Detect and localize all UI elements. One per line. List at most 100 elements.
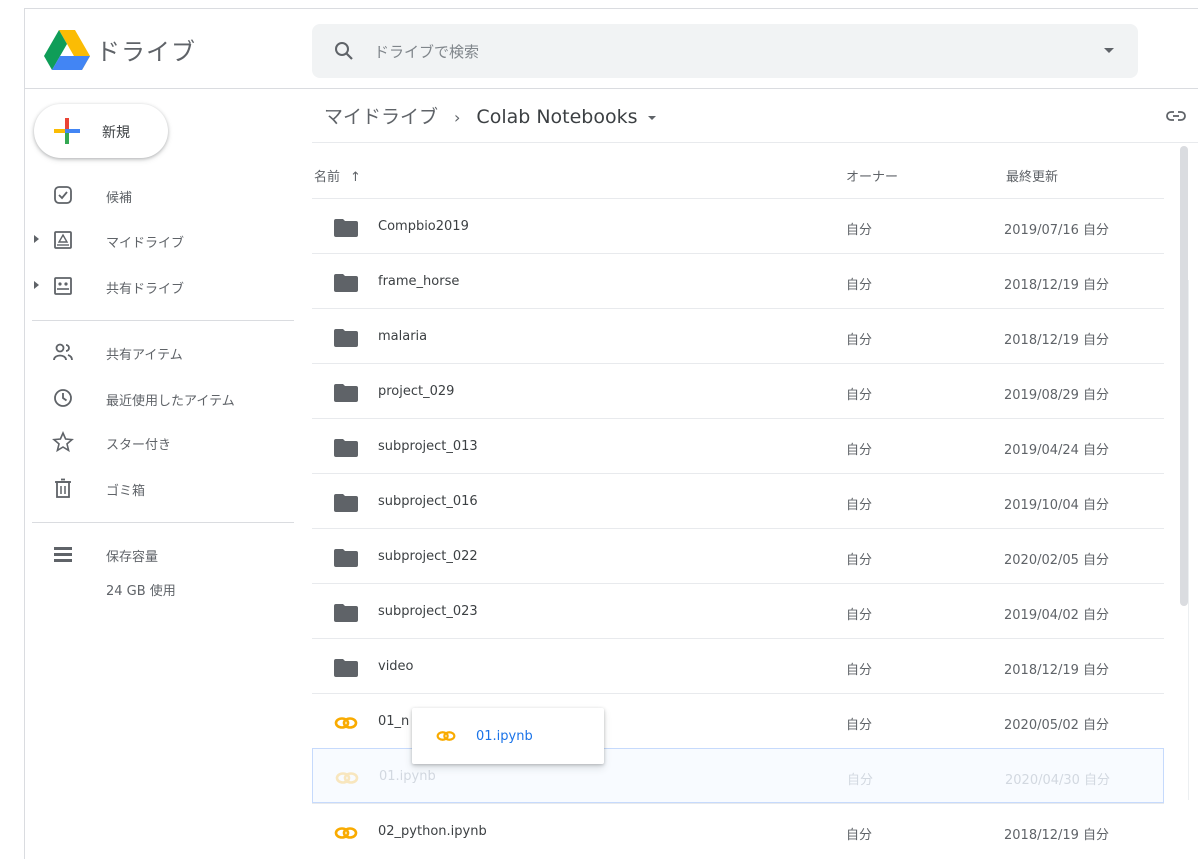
breadcrumb-my-drive[interactable]: マイドライブ [324,106,438,128]
file-name: 02_python.ipynb [378,824,487,839]
file-owner: 自分 [846,333,873,348]
folder-icon [334,604,358,622]
sidebar-item-shared-with-me[interactable]: 共有アイテム [32,332,294,372]
file-name: video [378,659,414,674]
table-row[interactable]: video 自分 2018/12/19 自分 [312,638,1164,693]
table-row[interactable]: subproject_023 自分 2019/04/02 自分 [312,583,1164,638]
sort-arrow-up-icon[interactable]: ↑ [350,170,361,185]
file-modified: 2019/10/04 自分 [1004,498,1110,513]
sidebar-item-label: マイドライブ [106,236,185,251]
folder-icon [334,219,358,237]
new-button[interactable]: 新規 [34,104,168,158]
file-owner: 自分 [846,498,873,513]
search-input[interactable]: ドライブで検索 [374,41,479,62]
table-row[interactable]: 02_python.ipynb 自分 2018/12/19 自分 [312,803,1164,858]
search-icon[interactable] [332,39,356,63]
sidebar-item-label: 候補 [106,191,133,206]
file-owner: 自分 [846,828,873,843]
file-name: malaria [378,329,428,344]
star-icon [52,431,74,453]
expand-arrow-icon[interactable] [34,235,39,243]
table-row[interactable]: subproject_013 自分 2019/04/24 自分 [312,418,1164,473]
file-modified: 2019/04/24 自分 [1004,443,1110,458]
file-name: subproject_023 [378,604,478,619]
file-name: 01.ipynb [379,769,436,784]
sidebar-item-storage[interactable]: 保存容量 [32,534,294,574]
file-modified: 2019/08/29 自分 [1004,388,1110,403]
table-row[interactable]: Compbio2019 自分 2019/07/16 自分 [312,198,1164,253]
folder-icon [334,439,358,457]
sidebar-item-shared-drives[interactable]: 共有ドライブ [32,266,294,306]
sidebar-item-my-drive[interactable]: マイドライブ [32,220,294,260]
file-modified: 2019/07/16 自分 [1004,223,1110,238]
vertical-scrollbar[interactable] [1180,146,1188,606]
table-row[interactable]: project_029 自分 2019/08/29 自分 [312,363,1164,418]
sidebar-divider [32,320,294,321]
plus-icon [54,118,80,144]
new-button-label: 新規 [102,125,130,141]
file-owner: 自分 [846,553,873,568]
sidebar-item-starred[interactable]: スター付き [32,422,294,462]
table-row[interactable]: malaria 自分 2018/12/19 自分 [312,308,1164,363]
folder-icon [334,384,358,402]
column-header-modified[interactable]: 最終更新 [1006,166,1058,185]
recent-icon [54,389,72,407]
file-name: subproject_013 [378,439,478,454]
storage-icon [54,547,72,562]
file-name: project_029 [378,384,455,399]
file-name: subproject_022 [378,549,478,564]
colab-notebook-icon [436,731,456,741]
colab-notebook-icon [334,827,358,839]
column-header-owner: オーナー [846,170,899,185]
folder-dropdown-icon[interactable] [647,115,656,120]
sidebar-item-label: 共有アイテム [106,348,183,363]
breadcrumb-divider [312,142,1198,143]
suggested-icon [54,186,72,204]
file-owner: 自分 [846,663,873,678]
expand-arrow-icon[interactable] [34,281,39,289]
colab-notebook-icon [334,717,358,729]
shared-drives-icon [54,277,72,295]
shared-with-me-icon [53,343,73,361]
folder-icon [334,659,358,677]
file-owner: 自分 [846,718,873,733]
sidebar-item-recent[interactable]: 最近使用したアイテム [32,378,294,418]
link-icon[interactable] [1165,108,1187,124]
column-header-name[interactable]: 名前 ↑ [314,166,361,185]
table-row[interactable]: frame_horse 自分 2018/12/19 自分 [312,253,1164,308]
drag-ghost-filename: 01.ipynb [476,729,533,744]
file-name: subproject_016 [378,494,478,509]
search-options-dropdown-icon[interactable] [1104,48,1114,53]
folder-icon [334,494,358,512]
file-owner: 自分 [846,278,873,293]
file-owner: 自分 [846,223,873,238]
header-divider [24,88,1198,89]
drag-ghost[interactable]: 01.ipynb [412,708,604,764]
storage-used-text: 24 GB 使用 [106,584,176,599]
search-bar[interactable]: ドライブで検索 [312,24,1138,78]
folder-icon [334,549,358,567]
details-panel-edge [1188,280,1198,800]
sidebar-item-label: 保存容量 [106,550,159,565]
trash-icon [55,478,71,498]
file-name: frame_horse [378,274,460,289]
sidebar-divider [32,522,294,523]
file-name: 01_n [378,714,410,729]
table-row[interactable]: subproject_016 自分 2019/10/04 自分 [312,473,1164,528]
my-drive-icon [54,231,72,249]
breadcrumb-separator: › [454,108,461,127]
table-row[interactable]: subproject_022 自分 2020/02/05 自分 [312,528,1164,583]
file-modified: 2018/12/19 自分 [1004,333,1110,348]
breadcrumb-current-folder[interactable]: Colab Notebooks [476,106,637,128]
sidebar-item-suggested[interactable]: 候補 [32,175,294,215]
app-name: ドライブ [96,38,196,66]
folder-icon [334,274,358,292]
file-owner: 自分 [846,443,873,458]
colab-notebook-icon [335,772,359,784]
sidebar-item-label: スター付き [106,438,172,453]
drive-logo-icon[interactable] [44,30,90,70]
folder-icon [334,329,358,347]
sidebar-item-trash[interactable]: ゴミ箱 [32,468,294,508]
file-modified: 2020/05/02 自分 [1004,718,1110,733]
breadcrumb: マイドライブ › Colab Notebooks [324,102,656,129]
